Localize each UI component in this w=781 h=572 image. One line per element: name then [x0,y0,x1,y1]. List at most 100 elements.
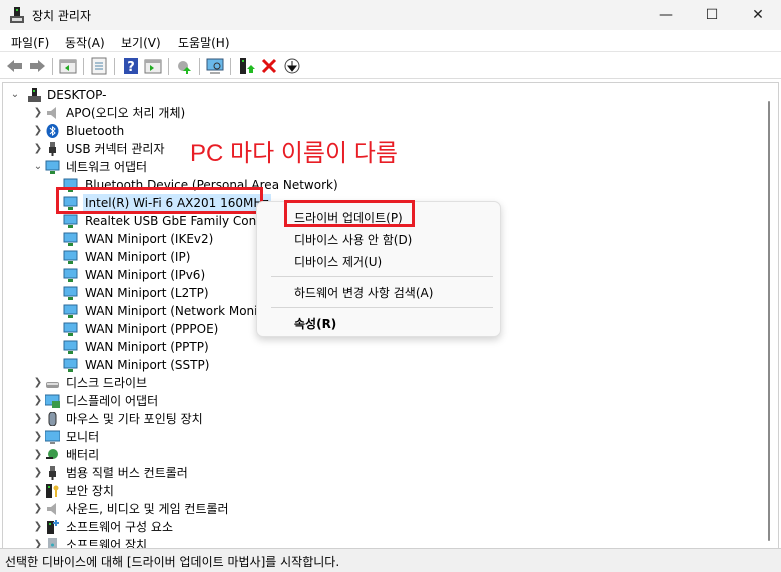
tree-item-label: WAN Miniport (PPTP) [85,340,209,354]
menu-item-properties[interactable]: 속성(R) [294,315,336,332]
action-pane-icon[interactable] [144,57,162,75]
chevron-right-icon[interactable]: ❯ [32,518,44,536]
menu-divider [271,307,493,308]
menu-item-disable-device[interactable]: 디바이스 사용 안 함(D) [294,231,412,248]
scan-hardware-icon[interactable] [206,57,224,75]
tree-item[interactable]: ❯ 사운드, 비디오 및 게임 컨트롤러 [3,500,763,518]
tree-item-label: 디스플레이 어댑터 [66,394,159,408]
network-icon [63,358,78,372]
tree-item[interactable]: ❯ 소프트웨어 구성 요소 [3,518,763,536]
add-driver-icon[interactable] [238,57,256,75]
bluetooth-icon [46,124,59,138]
menu-action[interactable]: 동작(A) [65,34,105,51]
tree-item-label: WAN Miniport (Network Monitor) [85,304,280,318]
annotation-text: PC 마다 이름이 다름 [190,140,398,167]
tree-item[interactable]: ❯ 디스크 드라이브 [3,374,763,392]
maximize-button[interactable]: ☐ [689,0,735,30]
chevron-right-icon[interactable]: ❯ [32,392,44,410]
toolbar-divider [168,58,169,75]
tree-item-label: 소프트웨어 구성 요소 [66,520,173,534]
properties-icon[interactable] [90,57,108,75]
forward-icon[interactable] [28,57,46,75]
network-icon [63,322,78,336]
menu-item-scan-hardware[interactable]: 하드웨어 변경 사항 검색(A) [294,284,433,301]
close-button[interactable]: ✕ [735,0,781,30]
tree-item-label: 보안 장치 [66,484,114,498]
security-icon [46,484,59,498]
tree-item[interactable]: ❯ 배터리 [3,446,763,464]
chevron-right-icon[interactable]: ❯ [32,464,44,482]
chevron-right-icon[interactable]: ❯ [32,374,44,392]
tree-item-label: 디스크 드라이브 [66,376,148,390]
tree-item-label: WAN Miniport (L2TP) [85,286,209,300]
tree-item-label: USB 커넥터 관리자 [66,142,165,156]
show-hide-console-tree-icon[interactable] [59,57,77,75]
toolbar: ? [0,53,781,79]
chevron-down-icon[interactable]: ⌄ [32,158,44,176]
monitor-icon [45,430,60,444]
network-icon [63,214,78,228]
toolbar-divider [52,58,53,75]
chevron-right-icon[interactable]: ❯ [32,482,44,500]
chevron-right-icon[interactable]: ❯ [32,446,44,464]
network-icon [63,304,78,318]
tree-item-label: WAN Miniport (IPv6) [85,268,206,282]
tree-item-label: 마우스 및 기타 포인팅 장치 [66,412,203,426]
tree-item[interactable]: ❯ 디스플레이 어댑터 [3,392,763,410]
tree-item[interactable]: ❯ 범용 직렬 버스 컨트롤러 [3,464,763,482]
software-component-icon [47,520,59,534]
highlight-box-device [56,187,263,214]
chevron-right-icon[interactable]: ❯ [32,410,44,428]
toolbar-divider [230,58,231,75]
tree-item[interactable]: ⌄ DESKTOP- [3,86,763,104]
tree-item[interactable]: ❯ 마우스 및 기타 포인팅 장치 [3,410,763,428]
menu-bar: 파일(F) 동작(A) 보기(V) 도움말(H) [0,30,781,52]
window-title: 장치 관리자 [32,9,92,23]
network-icon [63,232,78,246]
toolbar-divider [83,58,84,75]
tree-item-label: 배터리 [66,448,100,462]
chevron-right-icon[interactable]: ❯ [32,500,44,518]
toolbar-divider [199,58,200,75]
tree-item-label: 네트워크 어댑터 [66,160,148,174]
network-icon [63,268,78,282]
update-driver-icon[interactable] [175,57,193,75]
computer-icon [28,88,41,102]
speaker-icon [47,107,56,119]
uninstall-icon[interactable] [260,57,278,75]
menu-item-uninstall-device[interactable]: 디바이스 제거(U) [294,253,382,270]
tree-item[interactable]: ❯ APO(오디오 처리 개체) [3,104,763,122]
chevron-down-icon[interactable]: ⌄ [9,86,21,104]
tree-item-label: WAN Miniport (PPPOE) [85,322,219,336]
device-manager-icon [10,7,24,23]
tree-item-label: APO(오디오 처리 개체) [66,106,186,120]
disk-icon [46,382,59,388]
network-icon [63,250,78,264]
tree-item-label: 사운드, 비디오 및 게임 컨트롤러 [66,502,229,516]
menu-divider [271,276,493,277]
help-icon[interactable]: ? [122,57,140,75]
menu-file[interactable]: 파일(F) [11,34,49,51]
menu-view[interactable]: 보기(V) [121,34,161,51]
tree-item-label: Bluetooth [66,124,125,138]
minimize-button[interactable]: — [643,0,689,30]
chevron-right-icon[interactable]: ❯ [32,140,44,158]
menu-help[interactable]: 도움말(H) [178,34,230,51]
back-icon[interactable] [6,57,24,75]
chevron-right-icon[interactable]: ❯ [32,122,44,140]
status-bar: 선택한 디바이스에 대해 [드라이버 업데이트 마법사]를 시작합니다. [0,548,781,572]
scrollbar[interactable] [768,101,770,541]
tree-item[interactable]: ❯ 모니터 [3,428,763,446]
disable-icon[interactable] [283,57,301,75]
speaker-icon [47,503,56,515]
chevron-right-icon[interactable]: ❯ [32,104,44,122]
usb-icon [49,142,56,156]
svg-text:?: ? [127,60,135,75]
tree-item[interactable]: ❯ 보안 장치 [3,482,763,500]
tree-item[interactable]: WAN Miniport (PPTP) [3,338,763,356]
tree-item-label: DESKTOP- [47,88,107,102]
chevron-right-icon[interactable]: ❯ [32,428,44,446]
tree-item[interactable]: WAN Miniport (SSTP) [3,356,763,374]
tree-item-label: 범용 직렬 버스 컨트롤러 [66,466,188,480]
highlight-box-update-driver [284,200,415,227]
